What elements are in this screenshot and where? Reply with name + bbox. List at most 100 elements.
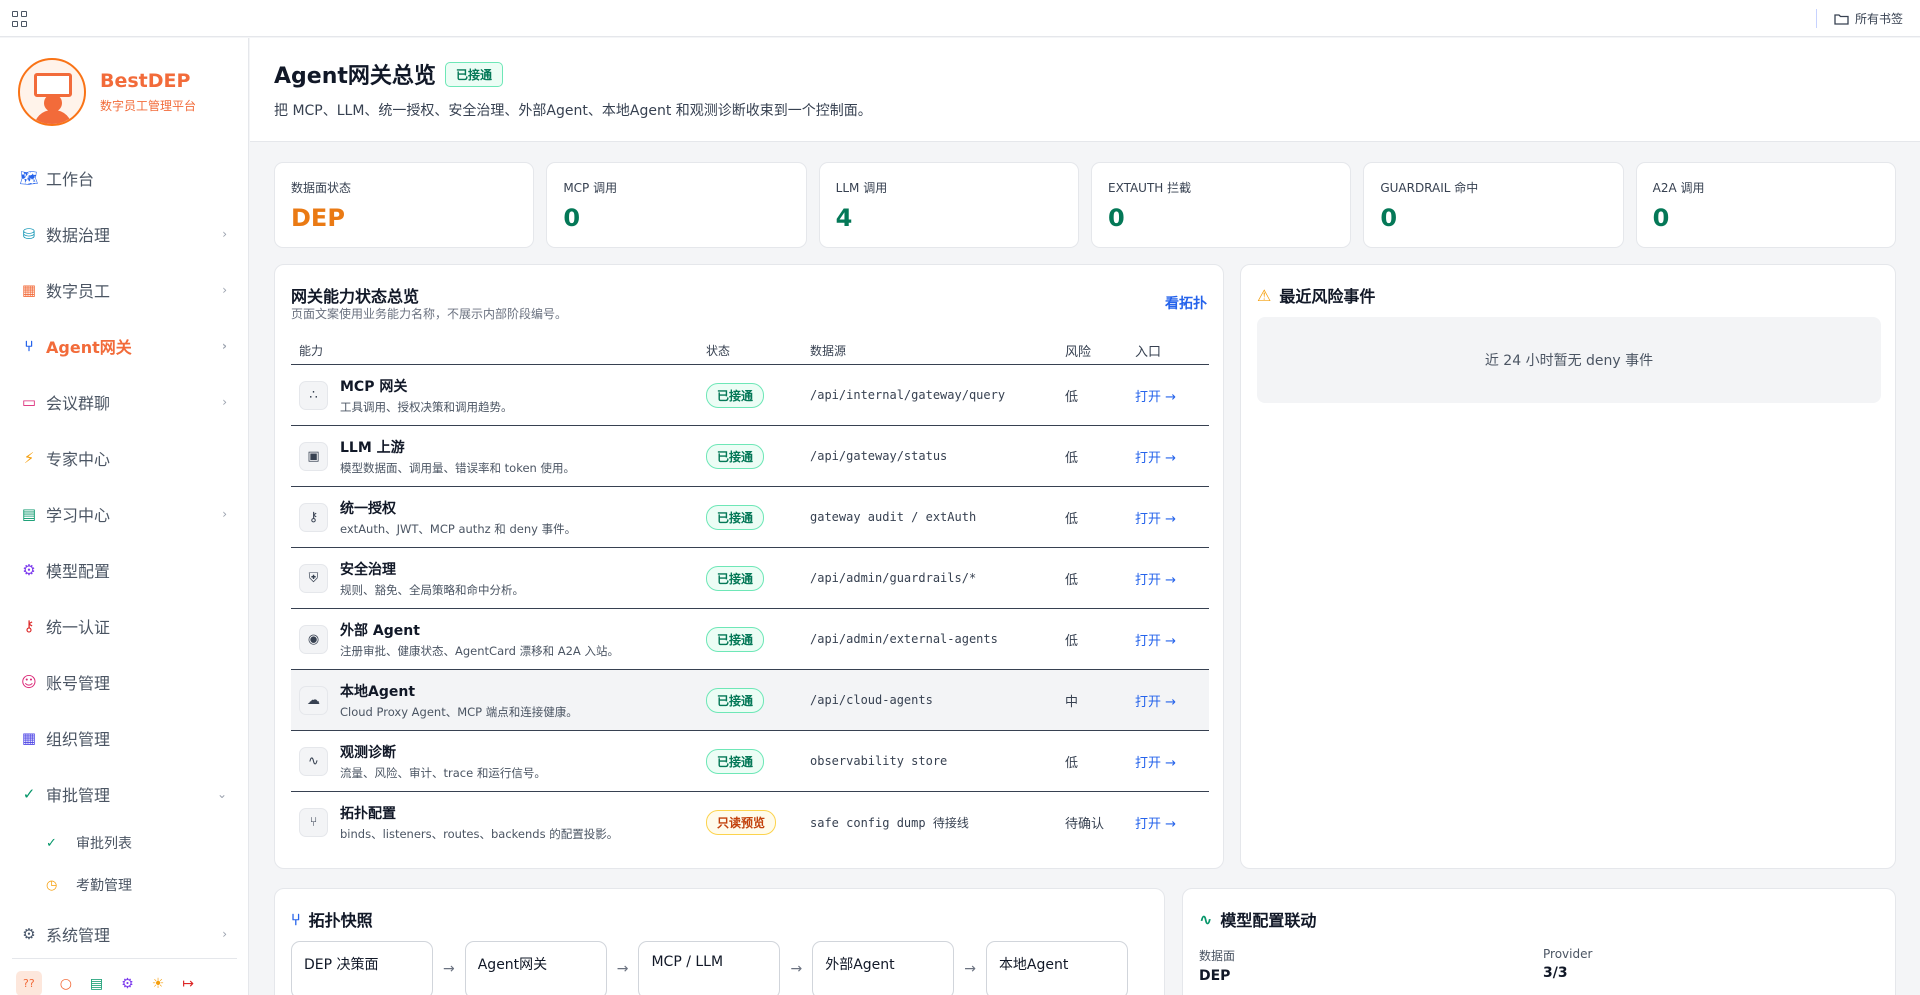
stat-value: 0	[1380, 204, 1398, 232]
empty-state: 近 24 小时暂无 deny 事件	[1257, 317, 1881, 403]
sidebar-item-agent-gateway[interactable]: ⑂ Agent网关 ›	[0, 318, 249, 374]
sidebar-item-label: 学习中心	[46, 506, 111, 525]
risk-title-text: 最近风险事件	[1279, 287, 1376, 306]
network-icon: ∴	[299, 380, 328, 410]
stat-value: DEP	[291, 204, 345, 232]
database-icon: ⛁	[22, 225, 36, 243]
data-source: /api/admin/external-agents	[810, 632, 998, 646]
sidebar-item-account-mgmt[interactable]: ☺︎ 账号管理	[0, 654, 249, 710]
model-config-title-text: 模型配置联动	[1220, 911, 1317, 930]
sidebar-item-digital-staff[interactable]: ▦ 数字员工 ›	[0, 262, 249, 318]
capability-desc: Cloud Proxy Agent、MCP 端点和连接健康。	[340, 704, 578, 719]
radio-signal-icon: ◉	[299, 624, 328, 654]
sidebar-subitem-approval-list[interactable]: ✓ 审批列表	[0, 822, 249, 864]
sidebar-item-label: 专家中心	[46, 450, 111, 469]
data-source: /api/admin/guardrails/*	[810, 571, 977, 585]
sidebar: BestDEP 数字员工管理平台 🗺︎ 工作台 ⛁ 数据治理 › ▦ 数字员工 …	[0, 38, 249, 995]
open-link[interactable]: 打开 →	[1135, 508, 1209, 527]
arrow-right-icon: →	[443, 961, 455, 977]
open-link[interactable]: 打开 →	[1135, 630, 1209, 649]
sun-icon[interactable]: ☀︎	[152, 976, 165, 992]
capability-desc: 模型数据面、调用量、错误率和 token 使用。	[340, 460, 575, 475]
field-label: 数据面	[1199, 949, 1236, 963]
status-badge: 已接通	[706, 504, 765, 530]
table-row: ∴ MCP 网关 工具调用、授权决策和调用趋势。 已接通 /api/intern…	[291, 365, 1209, 426]
chat-icon[interactable]: ○	[60, 976, 72, 992]
topology-node[interactable]: 外部Agent	[812, 941, 955, 995]
model-config-card: ∿ 模型配置联动 数据面 DEP Provider 3/3	[1182, 888, 1896, 995]
table-header: 能力 状态 数据源 风险 入口	[291, 337, 1209, 365]
stat-card-a2a: A2A 调用 0	[1635, 162, 1896, 248]
topology-node[interactable]: 本地Agent	[985, 941, 1128, 995]
sidebar-item-unified-auth[interactable]: ⚷ 统一认证	[0, 598, 249, 654]
topology-node[interactable]: MCP / LLM	[638, 941, 781, 995]
sidebar-subitem-attendance[interactable]: ◷ 考勤管理	[0, 864, 249, 906]
key-icon: ⚷	[299, 502, 328, 532]
logout-icon[interactable]: ↦	[182, 976, 194, 992]
open-link[interactable]: 打开 →	[1135, 691, 1209, 710]
sidebar-item-label: 系统管理	[46, 926, 111, 945]
data-source: safe config dump 待接线	[810, 816, 969, 830]
capability-desc: 注册审批、健康状态、AgentCard 漂移和 A2A 入站。	[340, 643, 619, 658]
data-source: /api/internal/gateway/query	[810, 388, 1006, 402]
topology-node[interactable]: Agent网关	[464, 941, 607, 995]
topology-node[interactable]: DEP 决策面	[291, 941, 433, 995]
view-topology-link[interactable]: 看拓扑	[1165, 293, 1207, 313]
stat-card-mcp: MCP 调用 0	[546, 162, 807, 248]
sidebar-item-data-governance[interactable]: ⛁ 数据治理 ›	[0, 206, 249, 262]
capability-desc: 规则、豁免、全局策略和命中分析。	[340, 582, 524, 597]
sidebar-item-approval-mgmt[interactable]: ✓ 审批管理 ⌄	[0, 766, 249, 822]
settings-icon[interactable]: ⚙︎	[121, 976, 134, 992]
top-bar: 所有书签	[0, 0, 1920, 37]
status-badge: 已接通	[706, 748, 765, 774]
open-link[interactable]: 打开 →	[1135, 447, 1209, 466]
sidebar-item-system-mgmt[interactable]: ⚙︎ 系统管理 ›	[0, 906, 249, 962]
sidebar-item-learning-center[interactable]: ▤ 学习中心 ›	[0, 486, 249, 542]
open-link[interactable]: 打开 →	[1135, 752, 1209, 771]
all-bookmarks-button[interactable]: 所有书签	[1834, 10, 1903, 27]
column-header: 入口	[1135, 345, 1162, 360]
sidebar-item-meeting-chat[interactable]: ▭ 会议群聊 ›	[0, 374, 249, 430]
building-icon: ▦	[21, 281, 37, 299]
sidebar-item-model-config[interactable]: ⚙︎ 模型配置	[0, 542, 249, 598]
open-link[interactable]: 打开 →	[1135, 569, 1209, 588]
arrow-right-icon: →	[616, 961, 629, 977]
provider-field: Provider 3/3	[1543, 947, 1592, 981]
open-link[interactable]: 打开 →	[1135, 813, 1209, 832]
table-row: ⚷ 统一授权 extAuth、JWT、MCP authz 和 deny 事件。 …	[291, 487, 1209, 548]
sidebar-nav: 🗺︎ 工作台 ⛁ 数据治理 › ▦ 数字员工 › ⑂ Agent网关 › ▭ 会…	[0, 150, 249, 962]
sidebar-item-org-mgmt[interactable]: ▦ 组织管理	[0, 710, 249, 766]
page-header: Agent网关总览 已接通 把 MCP、LLM、统一授权、安全治理、外部Agen…	[250, 38, 1920, 142]
folder-icon	[1834, 13, 1849, 25]
capability-desc: binds、listeners、routes、backends 的配置投影。	[340, 827, 619, 841]
check-icon: ✓	[46, 835, 57, 851]
stat-value: 4	[835, 204, 853, 232]
stat-card-data-plane: 数据面状态 DEP	[274, 162, 535, 248]
card-title: 网关能力状态总览	[291, 287, 420, 306]
stat-label: LLM 调用	[835, 181, 888, 195]
document-icon[interactable]: ▤	[90, 976, 103, 992]
capabilities-table: 能力 状态 数据源 风险 入口 ∴ MCP 网关 工具调用、授权决策和调用趋势。…	[291, 337, 1209, 853]
chat-bubble-icon: ▭	[21, 393, 37, 411]
brand[interactable]: BestDEP 数字员工管理平台	[18, 58, 196, 126]
open-link[interactable]: 打开 →	[1135, 386, 1209, 405]
robot-icon: ▣	[299, 441, 328, 471]
capability-name: LLM 上游	[340, 439, 405, 456]
status-badge: 已接通	[706, 382, 765, 408]
stat-label: MCP 调用	[563, 181, 618, 195]
arrow-right-icon: →	[964, 961, 976, 977]
help-button[interactable]: ??	[16, 971, 42, 995]
capability-name: 拓扑配置	[340, 806, 396, 822]
sidebar-item-label: 工作台	[46, 170, 95, 189]
card-title: ∿ 模型配置联动	[1199, 907, 1316, 931]
sidebar-item-workbench[interactable]: 🗺︎ 工作台	[0, 150, 249, 206]
topology-card: ⑂ 拓扑快照 DEP 决策面 → Agent网关 → MCP / LLM → 外…	[274, 888, 1165, 995]
cpu-icon: ⚙︎	[22, 561, 36, 579]
git-branch-icon: ⑂	[299, 808, 328, 837]
sidebar-item-expert-center[interactable]: ⚡︎ 专家中心	[0, 430, 249, 486]
apps-grid-icon[interactable]	[12, 11, 28, 27]
capability-desc: 流量、风险、审计、trace 和运行信号。	[340, 765, 546, 780]
chevron-right-icon: ›	[222, 507, 227, 521]
sidebar-footer: ?? ○ ▤ ⚙︎ ☀︎ ↦	[12, 958, 237, 995]
sidebar-item-label: 数据治理	[46, 226, 111, 245]
